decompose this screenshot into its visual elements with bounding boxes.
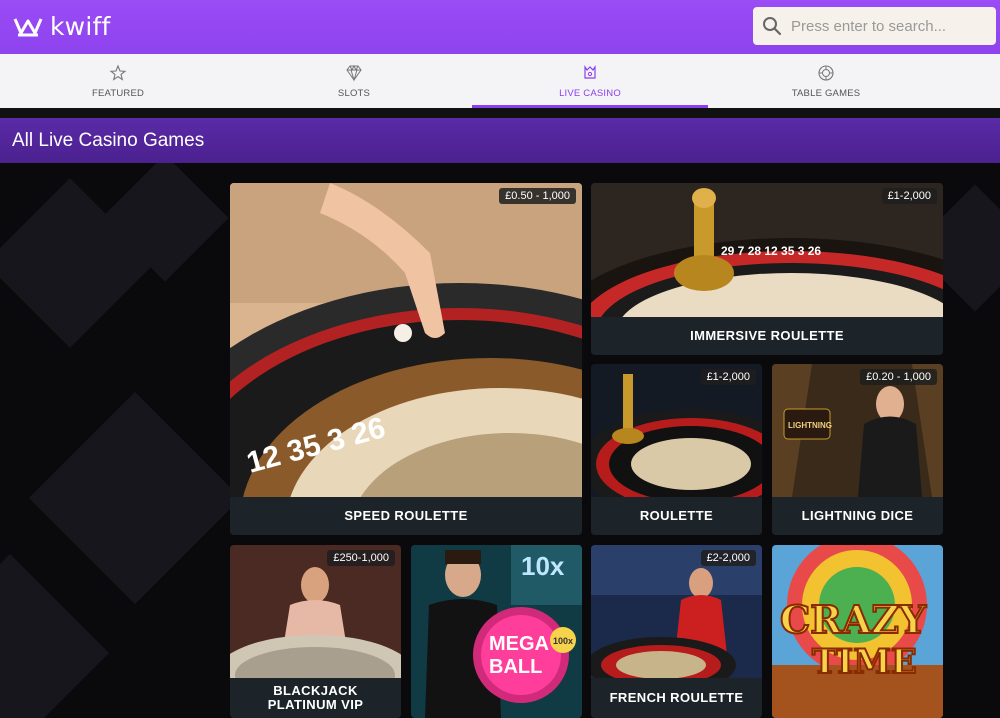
background-pattern <box>0 554 109 718</box>
search-box[interactable] <box>753 7 996 45</box>
search-icon <box>763 17 782 36</box>
game-tile-immersive-roulette[interactable]: 29 7 28 12 35 3 26 £1-2,000 IMMERSIVE RO… <box>591 183 943 355</box>
game-title: FRENCH ROULETTE <box>591 678 762 718</box>
game-title: LIGHTNING DICE <box>772 497 943 535</box>
game-tile-blackjack-platinum-vip[interactable]: £250-1,000 BLACKJACK PLATINUM VIP <box>230 545 401 718</box>
tab-live-casino[interactable]: LIVE CASINO <box>472 54 708 108</box>
star-icon <box>109 64 127 81</box>
tab-table-games[interactable]: TABLE GAMES <box>708 54 944 108</box>
game-title: ROULETTE <box>591 497 762 535</box>
tab-label: FEATURED <box>91 88 145 99</box>
tab-featured[interactable]: FEATURED <box>0 54 236 108</box>
bet-limit-badge: £2-2,000 <box>700 550 756 566</box>
diamond-icon <box>346 64 362 82</box>
svg-text:BALL: BALL <box>489 656 542 678</box>
games-grid: 12 35 3 26 £0.50 - 1,000 SPEED ROULETTE … <box>0 163 1000 718</box>
tab-label: TABLE GAMES <box>791 88 861 99</box>
roulette-chip-icon <box>818 65 834 81</box>
svg-text:100x: 100x <box>553 636 573 646</box>
section-header: All Live Casino Games <box>0 118 1000 163</box>
game-tile-french-roulette[interactable]: £2-2,000 FRENCH ROULETTE <box>591 545 762 718</box>
bet-limit-badge: £0.50 - 1,000 <box>499 188 576 204</box>
divider <box>0 108 1000 118</box>
game-tile-speed-roulette[interactable]: 12 35 3 26 £0.50 - 1,000 SPEED ROULETTE <box>230 183 582 535</box>
tab-slots[interactable]: SLOTS <box>236 54 472 108</box>
game-tile-mega-ball[interactable]: 10x MEGA BALL 100x <box>411 545 582 718</box>
game-title: IMMERSIVE ROULETTE <box>591 317 943 355</box>
svg-text:LIGHTNING: LIGHTNING <box>788 421 832 430</box>
svg-text:TIME: TIME <box>812 642 917 682</box>
crazy-time-thumbnail: CRAZY TIME <box>772 545 943 718</box>
svg-text:29 7 28 12 35 3 26: 29 7 28 12 35 3 26 <box>721 244 821 258</box>
category-tabs: FEATURED SLOTS LIVE CASINO TABLE GAMES <box>0 54 1000 108</box>
game-title: SPEED ROULETTE <box>230 497 582 535</box>
background-pattern <box>28 391 242 605</box>
game-tile-crazy-time[interactable]: CRAZY TIME <box>772 545 943 718</box>
bet-limit-badge: £0.20 - 1,000 <box>860 369 937 385</box>
crown-icon <box>13 17 43 36</box>
kwiff-logo[interactable]: kwiff <box>12 12 110 41</box>
search-input[interactable] <box>791 17 981 35</box>
svg-text:MEGA: MEGA <box>489 633 549 655</box>
game-title: BLACKJACK PLATINUM VIP <box>230 678 401 718</box>
game-tile-lightning-dice[interactable]: LIGHTNING £0.20 - 1,000 LIGHTNING DICE <box>772 364 943 535</box>
tab-label: LIVE CASINO <box>559 88 621 99</box>
svg-text:CRAZY: CRAZY <box>780 597 927 642</box>
section-title: All Live Casino Games <box>12 129 205 151</box>
svg-text:10x: 10x <box>521 551 565 581</box>
game-tile-roulette[interactable]: £1-2,000 ROULETTE <box>591 364 762 535</box>
live-dealer-icon <box>584 65 596 79</box>
bet-limit-badge: £250-1,000 <box>327 550 395 566</box>
speed-roulette-thumbnail: 12 35 3 26 <box>230 183 582 497</box>
tab-label: SLOTS <box>337 88 371 99</box>
bet-limit-badge: £1-2,000 <box>881 188 937 204</box>
top-bar: kwiff <box>0 0 1000 54</box>
brand-name: kwiff <box>50 12 111 41</box>
bet-limit-badge: £1-2,000 <box>700 369 756 385</box>
mega-ball-thumbnail: 10x MEGA BALL 100x <box>411 545 582 718</box>
